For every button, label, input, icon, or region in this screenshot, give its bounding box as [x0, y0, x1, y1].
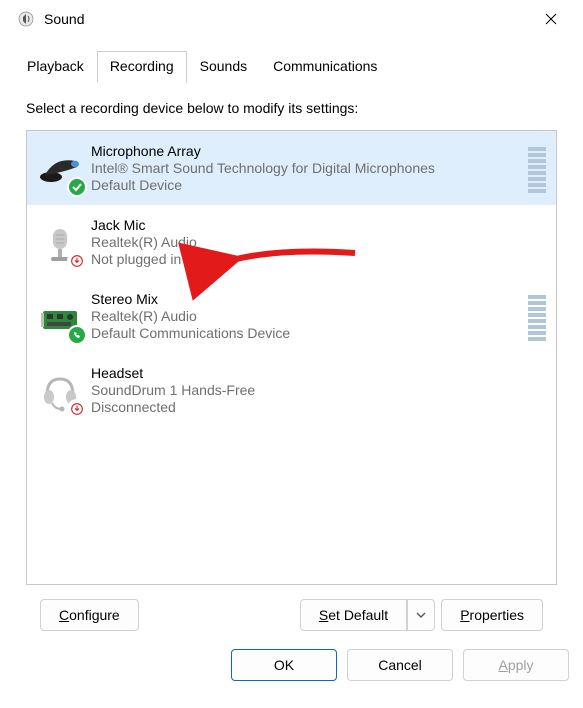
tab-playback[interactable]: Playback [14, 51, 97, 83]
device-name: Jack Mic [91, 217, 548, 233]
ok-button[interactable]: OK [231, 649, 337, 681]
device-item-headset[interactable]: Headset SoundDrum 1 Hands-Free Disconnec… [27, 353, 556, 427]
device-list: Microphone Array Intel® Smart Sound Tech… [26, 130, 557, 585]
device-text: Stereo Mix Realtek(R) Audio Default Comm… [91, 289, 522, 341]
dialog-footer: OK Cancel Apply [0, 631, 583, 695]
status-badge-disconnected-icon [67, 399, 87, 419]
headset-icon [35, 367, 85, 417]
set-default-button[interactable]: Set Default [300, 599, 407, 631]
apply-label-rest: pply [508, 657, 534, 673]
cancel-button[interactable]: Cancel [347, 649, 453, 681]
apply-button[interactable]: Apply [463, 649, 569, 681]
device-item-microphone-array[interactable]: Microphone Array Intel® Smart Sound Tech… [27, 131, 556, 205]
configure-label-rest: onfigure [69, 607, 120, 623]
status-badge-default-icon [67, 177, 87, 197]
panel-buttons: Configure Set Default Properties [14, 585, 569, 631]
close-button[interactable] [529, 4, 573, 34]
device-name: Stereo Mix [91, 291, 522, 307]
sound-card-icon [35, 293, 85, 343]
status-badge-unplugged-icon [67, 251, 87, 271]
device-status: Default Communications Device [91, 325, 522, 341]
level-meter-icon [528, 147, 546, 193]
properties-button[interactable]: Properties [441, 599, 543, 631]
status-badge-comm-icon [67, 325, 87, 345]
device-provider: SoundDrum 1 Hands-Free [91, 382, 548, 398]
device-text: Headset SoundDrum 1 Hands-Free Disconnec… [91, 363, 548, 415]
sound-icon [18, 11, 34, 27]
microphone-icon [35, 145, 85, 195]
device-status: Default Device [91, 177, 522, 193]
tab-recording[interactable]: Recording [97, 51, 187, 83]
device-name: Microphone Array [91, 143, 522, 159]
set-default-dropdown-button[interactable] [407, 599, 435, 631]
tab-communications[interactable]: Communications [260, 51, 390, 83]
window-title: Sound [44, 11, 84, 27]
set-default-label-rest: et Default [328, 607, 388, 623]
device-provider: Realtek(R) Audio [91, 308, 522, 324]
chevron-down-icon [416, 610, 426, 620]
properties-label-rest: roperties [470, 607, 524, 623]
configure-button[interactable]: Configure [40, 599, 139, 631]
device-status: Not plugged in [91, 251, 548, 267]
device-text: Microphone Array Intel® Smart Sound Tech… [91, 141, 522, 193]
device-provider: Intel® Smart Sound Technology for Digita… [91, 160, 522, 176]
jack-mic-icon [35, 219, 85, 269]
device-status: Disconnected [91, 399, 548, 415]
level-meter-icon [528, 295, 546, 341]
device-text: Jack Mic Realtek(R) Audio Not plugged in [91, 215, 548, 267]
close-icon [545, 13, 557, 25]
tabs-bar: Playback Recording Sounds Communications [0, 38, 583, 82]
device-item-jack-mic[interactable]: Jack Mic Realtek(R) Audio Not plugged in [27, 205, 556, 279]
device-provider: Realtek(R) Audio [91, 234, 548, 250]
device-name: Headset [91, 365, 548, 381]
titlebar: Sound [0, 0, 583, 38]
tab-panel: Select a recording device below to modif… [0, 82, 583, 631]
device-item-stereo-mix[interactable]: Stereo Mix Realtek(R) Audio Default Comm… [27, 279, 556, 353]
set-default-split-button: Set Default [300, 599, 435, 631]
tab-sounds[interactable]: Sounds [187, 51, 260, 83]
instruction-text: Select a recording device below to modif… [14, 82, 569, 130]
